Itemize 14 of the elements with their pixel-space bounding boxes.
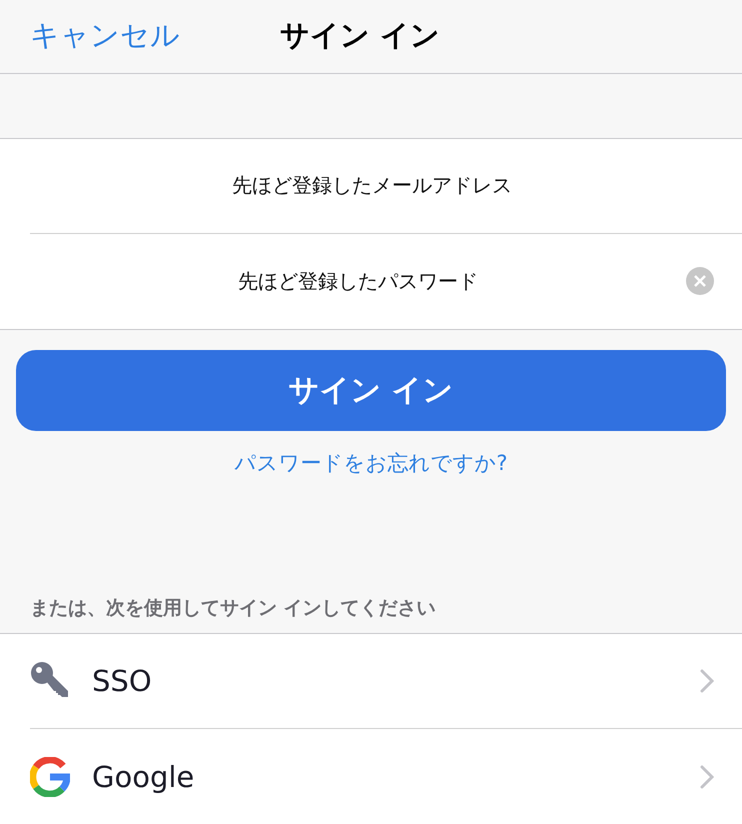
chevron-right-icon	[700, 764, 714, 788]
provider-label[interactable]: Google	[92, 760, 678, 794]
page-title: サイン イン	[280, 17, 440, 54]
text-field[interactable]: 先ほど登録したパスワード	[30, 268, 686, 294]
chevron-right-icon	[700, 669, 714, 693]
text-field[interactable]: 先ほど登録したメールアドレス	[30, 172, 714, 199]
cancel-link[interactable]: キャンセル	[30, 16, 180, 56]
close-icon	[694, 275, 706, 288]
section-label: または、次を使用してサイン インしてください	[30, 596, 437, 621]
sign-in-button[interactable]: サイン イン	[16, 350, 726, 431]
clear-button[interactable]	[686, 267, 714, 296]
google-logo-icon	[30, 756, 70, 796]
forgot-password-link[interactable]: パスワードをお忘れですか?	[234, 449, 508, 477]
provider-label[interactable]: SSO	[92, 664, 678, 698]
